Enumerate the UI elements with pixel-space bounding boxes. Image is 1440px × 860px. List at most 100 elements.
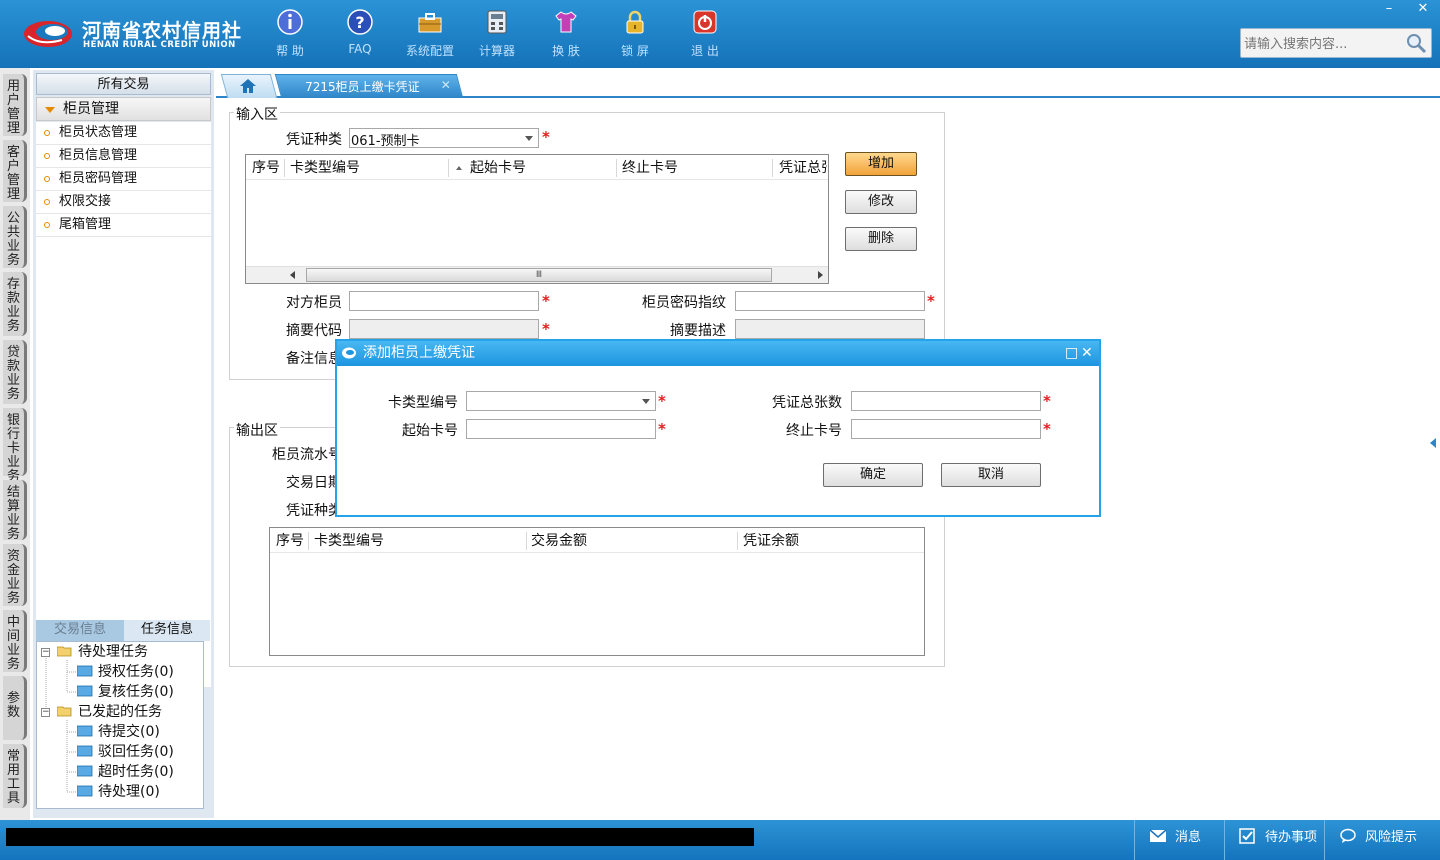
tree-node-auth-tasks[interactable]: 授权任务(0) (77, 663, 174, 681)
tab-transaction-info[interactable]: 交易信息 (36, 620, 124, 641)
tab-close-icon[interactable]: ✕ (441, 78, 451, 92)
envelope-icon (1149, 829, 1167, 842)
menu-group-teller-mgmt[interactable]: 柜员管理 (36, 97, 211, 121)
edit-button[interactable]: 修改 (845, 190, 917, 214)
faq-button[interactable]: ? FAQ (330, 8, 390, 60)
horizontal-scrollbar[interactable]: Ⅲ (246, 266, 828, 283)
dialog-title-bar[interactable]: 添加柜员上缴凭证 □ ✕ (337, 341, 1099, 366)
counterpart-teller-input[interactable] (349, 291, 539, 311)
lock-screen-button[interactable]: 锁 屏 (605, 8, 665, 60)
collapse-toggle[interactable]: − (41, 648, 50, 657)
search-input[interactable] (1244, 34, 1404, 54)
side-tab-bank-card[interactable]: 银行卡业务 (3, 408, 27, 484)
bullet-icon (44, 222, 50, 228)
tree-node-timeout[interactable]: 超时任务(0) (77, 763, 174, 781)
tab-7215-voucher[interactable]: 7215柜员上缴卡凭证 ✕ (274, 74, 464, 98)
grid-header-seq[interactable]: 序号 (276, 530, 304, 552)
collapse-toggle[interactable]: − (41, 708, 50, 717)
messages-label: 消息 (1175, 830, 1202, 845)
change-skin-button[interactable]: 换 肤 (536, 8, 596, 60)
start-card-label: 起始卡号 (402, 423, 458, 439)
output-grid[interactable]: 序号 卡类型编号 交易金额 凭证余额 (269, 527, 925, 656)
grid-header-card-type[interactable]: 卡类型编号 (290, 157, 360, 179)
tab-task-info[interactable]: 任务信息 (124, 620, 210, 641)
menu-item-teller-status[interactable]: 柜员状态管理 (36, 122, 211, 145)
risk-alert-button[interactable]: 风险提示 (1324, 820, 1440, 860)
search-icon[interactable] (1405, 32, 1427, 54)
tree-node-review-tasks[interactable]: 复核任务(0) (77, 683, 174, 701)
folder-icon (77, 725, 93, 737)
menu-group-label: 柜员管理 (63, 101, 119, 117)
ok-button[interactable]: 确定 (823, 463, 923, 487)
grid-header-card-type[interactable]: 卡类型编号 (314, 530, 384, 552)
side-tab-customer-mgmt[interactable]: 客户管理 (3, 140, 27, 202)
collapse-panel-icon[interactable] (1430, 438, 1436, 448)
summary-code-input[interactable] (349, 319, 539, 339)
voucher-grid[interactable]: 序号 卡类型编号 起始卡号 终止卡号 凭证总张 Ⅲ (245, 154, 829, 284)
dialog-maximize-button[interactable]: □ (1065, 341, 1078, 365)
speech-bubble-icon (1340, 828, 1356, 843)
side-tab-settlement[interactable]: 结算业务 (3, 480, 27, 542)
add-button[interactable]: 增加 (845, 152, 917, 176)
menu-item-permission-handover[interactable]: 权限交接 (36, 191, 211, 214)
side-tab-loan[interactable]: 贷款业务 (3, 340, 27, 404)
side-tab-tools[interactable]: 常用工具 (3, 744, 27, 808)
delete-button[interactable]: 删除 (845, 227, 917, 251)
voucher-total-label: 凭证总张数 (772, 395, 842, 411)
lock-screen-label: 锁 屏 (621, 44, 649, 58)
system-config-button[interactable]: 系统配置 (400, 8, 460, 60)
tree-label: 待提交(0) (98, 724, 160, 740)
exit-button[interactable]: 退 出 (675, 8, 735, 60)
side-tab-public-business[interactable]: 公共业务 (3, 206, 27, 268)
menu-header[interactable]: 所有交易 (36, 73, 211, 95)
scroll-left-icon[interactable] (290, 271, 295, 279)
grid-header-seq[interactable]: 序号 (252, 157, 280, 179)
status-message-area (6, 828, 754, 846)
menu-item-tail-box[interactable]: 尾箱管理 (36, 214, 211, 237)
home-tab[interactable] (220, 74, 278, 98)
tree-node-to-submit[interactable]: 待提交(0) (77, 723, 160, 741)
scroll-right-icon[interactable] (818, 271, 823, 279)
help-button[interactable]: 帮 助 (260, 8, 320, 60)
grid-header-amount[interactable]: 交易金额 (531, 530, 587, 552)
grid-header-balance[interactable]: 凭证余额 (743, 530, 799, 552)
side-tab-user-mgmt[interactable]: 用户管理 (3, 74, 27, 136)
tree-node-pending[interactable]: 待处理任务 (57, 643, 148, 661)
grid-header-end-card[interactable]: 终止卡号 (622, 157, 678, 179)
voucher-total-input[interactable] (851, 391, 1041, 411)
calculator-button[interactable]: 计算器 (467, 8, 527, 60)
tree-label: 驳回任务(0) (98, 744, 174, 760)
window-close-button[interactable]: ✕ (1406, 0, 1440, 18)
card-type-select[interactable] (466, 391, 656, 411)
tree-node-rejected[interactable]: 驳回任务(0) (77, 743, 174, 761)
summary-desc-input[interactable] (735, 319, 925, 339)
output-area-title: 输出区 (234, 420, 280, 440)
dialog-title: 添加柜员上缴凭证 (363, 345, 475, 361)
start-card-input[interactable] (466, 419, 656, 439)
window-minimize-button[interactable]: – (1372, 0, 1406, 18)
required-mark: * (1043, 392, 1051, 410)
tree-node-to-process[interactable]: 待处理(0) (77, 783, 160, 801)
cancel-button[interactable]: 取消 (941, 463, 1041, 487)
side-tab-funds[interactable]: 资金业务 (3, 544, 27, 606)
grid-header-voucher-total[interactable]: 凭证总张 (779, 157, 827, 179)
card-type-label: 卡类型编号 (388, 395, 458, 411)
side-tab-bar: 用户管理 客户管理 公共业务 存款业务 贷款业务 银行卡业务 结算业务 资金业务… (0, 68, 30, 820)
grid-header-start-card[interactable]: 起始卡号 (470, 157, 526, 179)
menu-item-label: 权限交接 (59, 194, 112, 209)
side-tab-params[interactable]: 参数 (3, 676, 27, 740)
messages-button[interactable]: 消息 (1134, 820, 1224, 860)
teller-fingerprint-input[interactable] (735, 291, 925, 311)
scroll-thumb[interactable]: Ⅲ (306, 268, 772, 282)
dialog-close-button[interactable]: ✕ (1081, 341, 1093, 365)
brand-name-en: HENAN RURAL CREDIT UNION (83, 40, 236, 50)
todo-button[interactable]: 待办事项 (1224, 820, 1324, 860)
side-tab-deposit[interactable]: 存款业务 (3, 272, 27, 336)
end-card-input[interactable] (851, 419, 1041, 439)
voucher-type-select[interactable]: 061-预制卡 (349, 128, 539, 149)
shirt-icon (555, 11, 577, 33)
side-tab-intermediate[interactable]: 中间业务 (3, 610, 27, 672)
menu-item-teller-info[interactable]: 柜员信息管理 (36, 145, 211, 168)
menu-item-teller-password[interactable]: 柜员密码管理 (36, 168, 211, 191)
tree-node-initiated[interactable]: 已发起的任务 (57, 703, 162, 721)
